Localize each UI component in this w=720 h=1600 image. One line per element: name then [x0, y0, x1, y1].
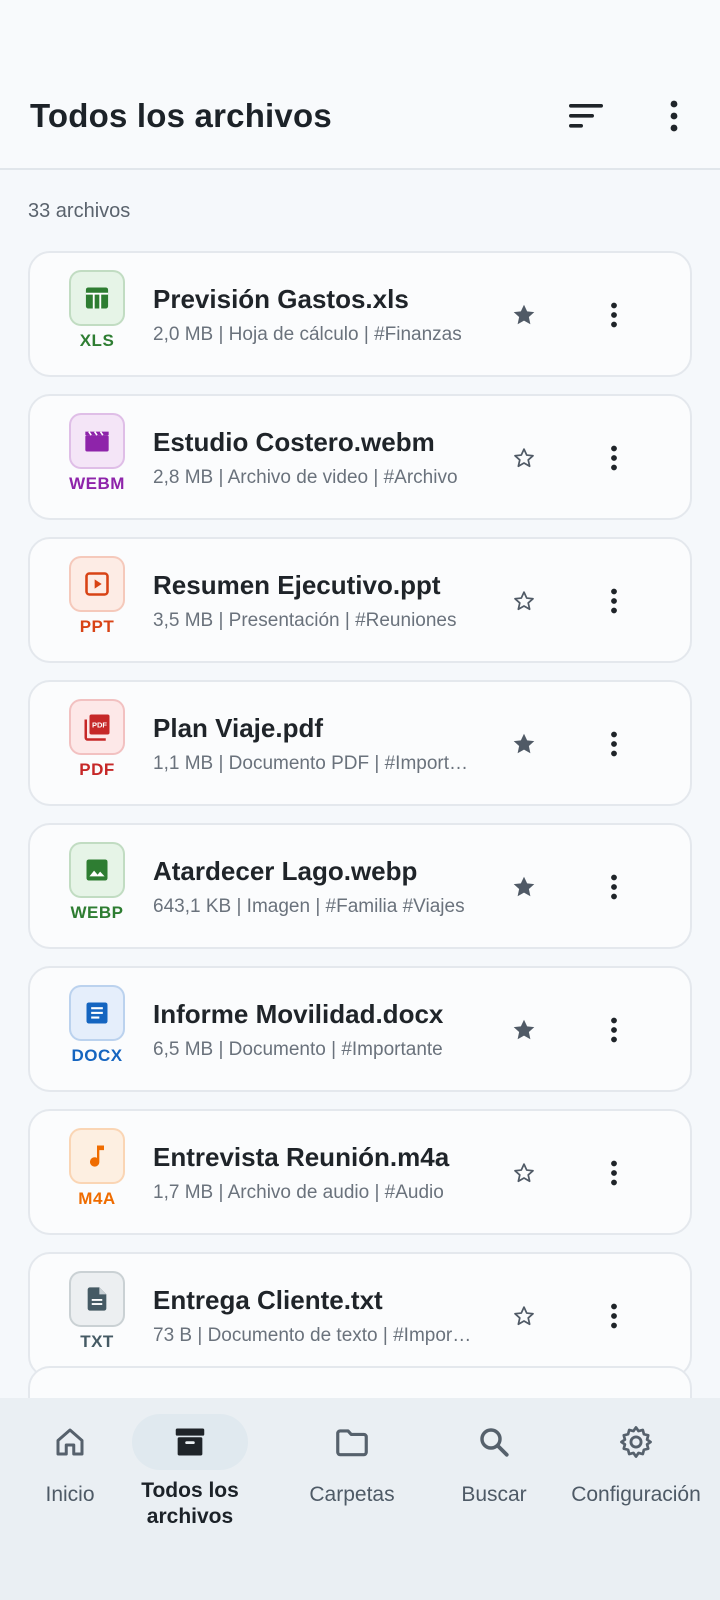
nav-label: Buscar — [461, 1483, 527, 1506]
nav-label: Carpetas — [309, 1483, 395, 1506]
nav-label: Inicio — [45, 1483, 95, 1506]
file-meta: 1,1 MB | Documento PDF | #Importante — [153, 753, 475, 774]
star-filled-icon[interactable] — [502, 293, 546, 337]
more-vert-icon[interactable] — [592, 1151, 636, 1195]
file-meta: 1,7 MB | Archivo de audio | #Audio — [153, 1182, 444, 1203]
file-type-label: PDF — [79, 760, 115, 779]
file-card[interactable]: PPT Resumen Ejecutivo.ppt 3,5 MB | Prese… — [28, 537, 692, 663]
more-vert-icon[interactable] — [592, 865, 636, 909]
file-card[interactable]: TXT Entrega Cliente.txt 73 B | Documento… — [28, 1252, 692, 1378]
sort-icon — [569, 104, 603, 128]
file-name: Informe Movilidad.docx — [153, 999, 444, 1029]
more-options-button[interactable] — [648, 90, 700, 142]
file-meta: 2,0 MB | Hoja de cálculo | #Finanzas — [153, 324, 462, 345]
file-type-label: XLS — [79, 331, 115, 350]
file-type-label: WEBM — [69, 474, 125, 493]
more-vert-icon[interactable] — [592, 1294, 636, 1338]
folder-icon — [294, 1414, 410, 1470]
file-meta: 643,1 KB | Imagen | #Familia #Viajes — [153, 896, 465, 917]
sort-button[interactable] — [560, 90, 612, 142]
video-icon — [69, 413, 125, 469]
file-name: Entrevista Reunión.m4a — [153, 1142, 450, 1172]
presentation-icon — [69, 556, 125, 612]
app-bar: Todos los archivos — [0, 0, 720, 170]
pdf-icon: PDF — [69, 699, 125, 755]
spreadsheet-icon — [69, 270, 125, 326]
file-meta: 73 B | Documento de texto | #Importante — [153, 1325, 475, 1346]
more-vert-icon — [670, 100, 678, 132]
more-vert-icon[interactable] — [592, 293, 636, 337]
file-type-label: WEBP — [70, 903, 124, 922]
bottom-navigation: Inicio Todos los archivos Carpetas Busca… — [0, 1398, 720, 1600]
text-file-icon — [69, 1271, 125, 1327]
file-meta: 3,5 MB | Presentación | #Reuniones — [153, 610, 457, 631]
file-type-label: M4A — [78, 1189, 116, 1208]
nav-item-home[interactable]: Inicio — [0, 1398, 140, 1558]
file-type-label: PPT — [79, 617, 115, 636]
file-card[interactable]: M4A Entrevista Reunión.m4a 1,7 MB | Arch… — [28, 1109, 692, 1235]
star-outline-icon[interactable] — [502, 436, 546, 480]
nav-item-archive[interactable]: Todos los archivos — [120, 1398, 260, 1558]
star-outline-icon[interactable] — [502, 579, 546, 623]
document-icon — [69, 985, 125, 1041]
file-type-label: TXT — [80, 1332, 114, 1351]
more-vert-icon[interactable] — [592, 436, 636, 480]
file-meta: 2,8 MB | Archivo de video | #Archivo — [153, 467, 458, 488]
archive-icon — [132, 1414, 248, 1470]
more-vert-icon[interactable] — [592, 722, 636, 766]
star-filled-icon[interactable] — [502, 1008, 546, 1052]
search-icon — [436, 1414, 552, 1470]
page-title: Todos los archivos — [30, 97, 332, 134]
audio-icon — [69, 1128, 125, 1184]
file-type-label: DOCX — [71, 1046, 123, 1065]
file-card[interactable]: WEBP Atardecer Lago.webp 643,1 KB | Imag… — [28, 823, 692, 949]
settings-icon — [578, 1414, 694, 1470]
file-name: Atardecer Lago.webp — [153, 856, 418, 886]
file-name: Estudio Costero.webm — [153, 427, 435, 457]
file-count: 33 archivos — [28, 200, 131, 222]
file-meta: 6,5 MB | Documento | #Importante — [153, 1039, 443, 1060]
file-name: Entrega Cliente.txt — [153, 1285, 383, 1315]
more-vert-icon[interactable] — [592, 579, 636, 623]
star-outline-icon[interactable] — [502, 1151, 546, 1195]
star-outline-icon[interactable] — [502, 1294, 546, 1338]
file-card[interactable]: WEBM Estudio Costero.webm 2,8 MB | Archi… — [28, 394, 692, 520]
home-icon — [12, 1414, 128, 1470]
image-icon — [69, 842, 125, 898]
nav-item-settings[interactable]: Configuración — [566, 1398, 706, 1558]
file-card[interactable]: DOCX Informe Movilidad.docx 6,5 MB | Doc… — [28, 966, 692, 1092]
file-name: Plan Viaje.pdf — [153, 713, 324, 743]
more-vert-icon[interactable] — [592, 1008, 636, 1052]
nav-label: Todos los archivos — [141, 1479, 239, 1528]
star-filled-icon[interactable] — [502, 722, 546, 766]
nav-item-folder[interactable]: Carpetas — [282, 1398, 422, 1558]
file-list: XLS Previsión Gastos.xls 2,0 MB | Hoja d… — [28, 251, 692, 1395]
file-card[interactable]: XLS Previsión Gastos.xls 2,0 MB | Hoja d… — [28, 251, 692, 377]
file-name: Previsión Gastos.xls — [153, 284, 409, 314]
svg-text:PDF: PDF — [92, 721, 107, 730]
star-filled-icon[interactable] — [502, 865, 546, 909]
file-card[interactable]: PDF PDF Plan Viaje.pdf 1,1 MB | Document… — [28, 680, 692, 806]
nav-item-search[interactable]: Buscar — [424, 1398, 564, 1558]
nav-label: Configuración — [571, 1483, 701, 1506]
file-name: Resumen Ejecutivo.ppt — [153, 570, 441, 600]
